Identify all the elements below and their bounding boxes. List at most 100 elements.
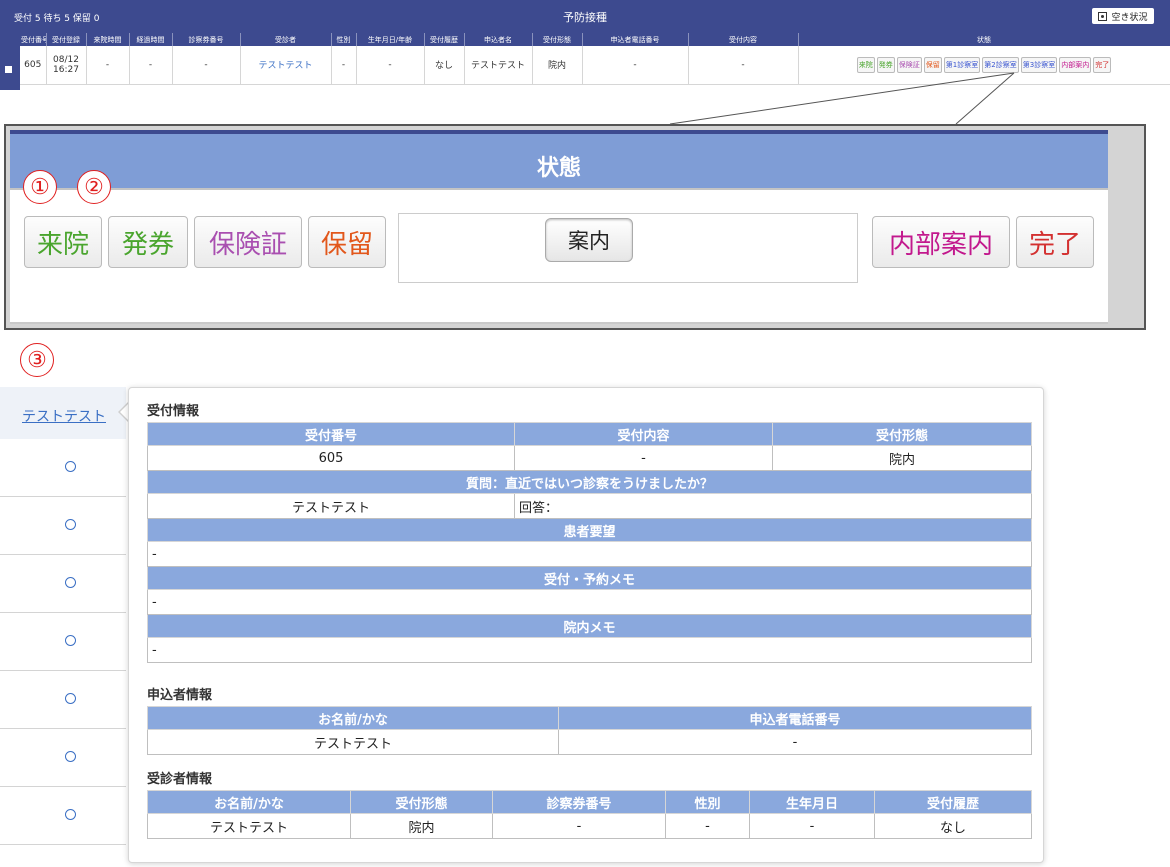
patient-table: お名前/かな 受付形態 診察券番号 性別 生年月日 受付履歴 テストテスト 院内… — [147, 790, 1032, 839]
col-header[interactable]: 受付内容 — [688, 33, 799, 46]
arrive-button[interactable]: 来院 — [24, 216, 102, 268]
applicant-name: テストテスト — [147, 729, 559, 755]
reception-table: 受付番号 受付内容 受付形態 605 - 院内 質問：直近ではいつ診察をうけまし… — [147, 422, 1032, 663]
request-header: 患者要望 — [147, 518, 1032, 542]
camera-icon — [1098, 11, 1108, 21]
complete-button[interactable]: 完了 — [1016, 216, 1094, 268]
status-zoom-panel: 状態 来院 発券 保険証 保留 案内 内部案内 完了 ① ② — [4, 124, 1146, 330]
status-hold-button[interactable]: 保留 — [923, 56, 942, 73]
col-header: 受付履歴 — [874, 790, 1032, 814]
hospital-memo-value: - — [147, 637, 1032, 663]
hold-button[interactable]: 保留 — [308, 216, 386, 268]
col-header[interactable]: 診察券番号 — [172, 33, 241, 46]
status-room2-button[interactable]: 第2診察室 — [982, 56, 1019, 73]
patient-sex: - — [665, 813, 750, 839]
cell-sex: - — [331, 46, 357, 85]
status-dot-icon[interactable] — [65, 751, 76, 762]
cell-elapsed: - — [129, 46, 173, 85]
col-header[interactable]: 生年月日/年齢 — [356, 33, 425, 46]
status-dot-icon[interactable] — [65, 809, 76, 820]
patient-name-cell: テストテスト — [0, 387, 126, 439]
cell-arrival: - — [86, 46, 130, 85]
status-dot-icon[interactable] — [65, 519, 76, 530]
cell-history: なし — [424, 46, 465, 85]
row-selector-column — [0, 33, 20, 90]
list-item — [0, 613, 126, 671]
col-header[interactable]: 申込者名 — [464, 33, 533, 46]
status-insurance-button[interactable]: 保険証 — [896, 56, 922, 73]
reception-content: - — [514, 445, 773, 471]
col-header: 状態 — [798, 33, 1170, 46]
patient-column: テストテスト — [0, 387, 126, 867]
status-ticket-button[interactable]: 発券 — [876, 56, 895, 73]
status-complete-button[interactable]: 完了 — [1093, 56, 1112, 73]
table-row: テストテスト 回答： — [147, 493, 1032, 519]
cell-birth: - — [356, 46, 425, 85]
patient-birth: - — [749, 813, 875, 839]
patient-form: 院内 — [350, 813, 493, 839]
ticket-button[interactable]: 発券 — [108, 216, 188, 268]
cell-content: - — [688, 46, 799, 85]
col-header[interactable]: 受診者 — [240, 33, 332, 46]
status-header-label: 状態 — [536, 156, 581, 181]
col-header[interactable]: 受付登録 — [46, 33, 87, 46]
col-header: 性別 — [665, 790, 750, 814]
memo-header: 受付・予約メモ — [147, 566, 1032, 590]
patient-name-link[interactable]: テストテスト — [22, 406, 106, 426]
reception-section-title: 受付情報 — [147, 404, 200, 419]
status-dot-icon[interactable] — [65, 693, 76, 704]
list-item — [0, 439, 126, 497]
status-dot-icon[interactable] — [65, 577, 76, 588]
row-checkbox[interactable] — [3, 64, 14, 75]
col-header[interactable]: 受付形態 — [532, 33, 583, 46]
table-row: テストテスト - — [147, 729, 1032, 755]
status-dot-icon[interactable] — [65, 635, 76, 646]
patient-link[interactable]: テストテスト — [240, 46, 332, 85]
availability-button[interactable]: 空き状況 — [1092, 8, 1154, 24]
marker-1: ① — [23, 170, 57, 204]
patient-card: - — [492, 813, 666, 839]
col-header: 診察券番号 — [492, 790, 666, 814]
internal-guide-button[interactable]: 内部案内 — [872, 216, 1010, 268]
status-internal-guide-button[interactable]: 内部案内 — [1059, 56, 1092, 73]
col-header: 受付形態 — [772, 422, 1032, 446]
cell-registered: 08/12 16:27 — [46, 46, 87, 85]
col-header[interactable]: 経過時間 — [129, 33, 173, 46]
cell-card: - — [172, 46, 241, 85]
status-room3-button[interactable]: 第3診察室 — [1020, 56, 1058, 73]
question-header: 質問：直近ではいつ診察をうけましたか？ — [147, 470, 1032, 494]
reception-form: 院内 — [772, 445, 1032, 471]
col-header[interactable]: 受付番号 — [20, 33, 47, 46]
status-arrive-button[interactable]: 来院 — [856, 56, 875, 73]
table-row: 605 - 院内 — [147, 445, 1032, 471]
col-header: 受付内容 — [514, 422, 773, 446]
guide-button[interactable]: 案内 — [545, 218, 633, 262]
list-item — [0, 555, 126, 613]
insurance-button[interactable]: 保険証 — [194, 216, 302, 268]
table-row: テストテスト 院内 - - - なし — [147, 813, 1032, 839]
marker-3: ③ — [20, 343, 54, 377]
col-header[interactable]: 申込者電話番号 — [582, 33, 689, 46]
reception-number: 605 — [147, 445, 515, 471]
col-header: 受付形態 — [350, 790, 493, 814]
page-title: 予防接種 — [563, 11, 607, 24]
availability-label: 空き状況 — [1111, 12, 1148, 23]
guide-area: 案内 — [398, 213, 858, 283]
status-dot-icon[interactable] — [65, 461, 76, 472]
applicant-phone: - — [558, 729, 1032, 755]
col-header[interactable]: 来院時間 — [86, 33, 130, 46]
list-item — [0, 497, 126, 555]
col-header: 生年月日 — [749, 790, 875, 814]
patient-history: なし — [874, 813, 1032, 839]
marker-2: ② — [77, 170, 111, 204]
status-room1-button[interactable]: 第1診察室 — [943, 56, 981, 73]
request-value: - — [147, 541, 1032, 567]
divider — [10, 322, 1108, 324]
col-header[interactable]: 性別 — [331, 33, 357, 46]
answer-label: 回答： — [514, 493, 1032, 519]
hospital-memo-header: 院内メモ — [147, 614, 1032, 638]
table-row[interactable]: 605 08/12 16:27 - - - テストテスト - - なし テストテス… — [20, 46, 1170, 85]
list-item — [0, 671, 126, 729]
applicant-table: お名前/かな 申込者電話番号 テストテスト - — [147, 706, 1032, 755]
col-header[interactable]: 受付履歴 — [424, 33, 465, 46]
